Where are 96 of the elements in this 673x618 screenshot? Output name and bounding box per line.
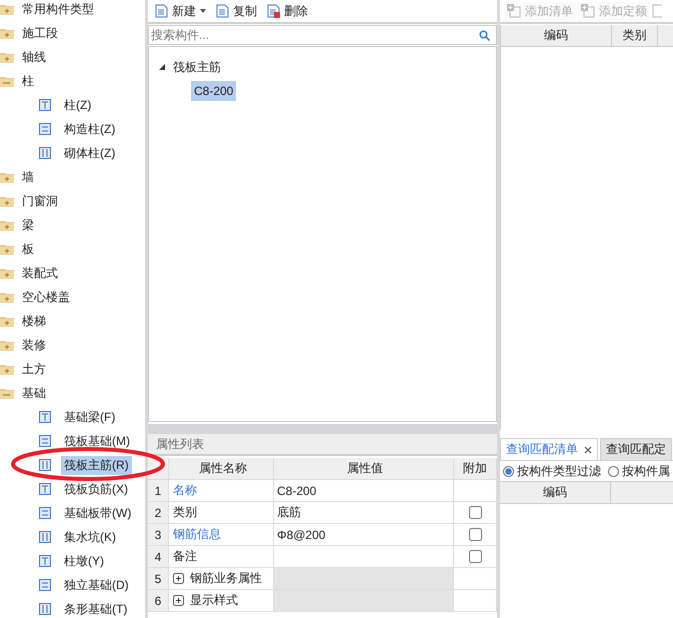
component-icon	[38, 122, 52, 136]
column-header: 类别	[612, 25, 658, 46]
add-list-icon	[581, 4, 595, 18]
tree-item[interactable]: 柱(Z)	[61, 96, 94, 114]
property-name: 显示样式	[190, 592, 238, 609]
expander-icon[interactable]	[159, 64, 165, 70]
tree-item[interactable]: 常用构件类型	[19, 0, 97, 18]
tree-item[interactable]: 基础梁(F)	[61, 408, 118, 426]
tree-item[interactable]: 集水坑(K)	[61, 528, 119, 546]
tree-item[interactable]: 装修	[19, 336, 49, 354]
tree-item[interactable]: 土方	[19, 360, 49, 378]
tree-item[interactable]: 柱墩(Y)	[61, 552, 107, 570]
tree-item[interactable]: 条形基础(T)	[61, 600, 130, 618]
folder-icon[interactable]	[0, 387, 14, 399]
checkbox[interactable]	[468, 506, 482, 519]
checkbox[interactable]	[468, 550, 482, 563]
document-icon	[155, 4, 168, 18]
column-header: 属性名称	[169, 458, 274, 479]
caret-icon	[200, 9, 206, 13]
add-list-icon	[507, 4, 521, 18]
panel-title: 属性列表	[148, 434, 497, 456]
search-field[interactable]: 搜索构件...	[148, 25, 497, 45]
folder-icon[interactable]	[0, 171, 14, 183]
tree-item[interactable]: 基础	[19, 384, 49, 402]
document-icon	[216, 4, 229, 18]
tab[interactable]: 查询匹配清单	[500, 438, 598, 460]
row-number: 2	[148, 502, 169, 523]
tree-item[interactable]: 梁	[19, 216, 37, 234]
folder-icon[interactable]	[0, 75, 14, 87]
close-icon[interactable]	[584, 446, 592, 454]
property-name: 备注	[173, 548, 197, 565]
tree-item[interactable]: 筏板基础(M)	[61, 432, 133, 450]
property-name: 钢筋业务属性	[190, 570, 262, 587]
tree-item[interactable]: 构造柱(Z)	[61, 120, 118, 138]
component-icon	[38, 434, 52, 448]
tab[interactable]: 查询匹配定	[600, 438, 672, 460]
property-value[interactable]: Φ8@200	[274, 524, 454, 545]
tree-item[interactable]: 墙	[19, 168, 37, 186]
tree-item[interactable]: 独立基础(D)	[61, 576, 132, 594]
tree-item[interactable]: 施工段	[19, 24, 61, 42]
component-icon	[38, 410, 52, 424]
component-icon	[38, 578, 52, 592]
column-header: 编码	[500, 482, 611, 503]
document-icon	[267, 4, 280, 18]
folder-icon[interactable]	[0, 195, 14, 207]
row-number: 4	[148, 546, 169, 567]
tree-item[interactable]: 柱	[19, 72, 37, 90]
folder-icon[interactable]	[0, 243, 14, 255]
property-name: 类别	[173, 504, 197, 521]
tree-item[interactable]: 筏板负筋(X)	[61, 480, 131, 498]
folder-icon[interactable]	[0, 339, 14, 351]
row-number: 1	[148, 480, 169, 501]
expand-icon[interactable]	[173, 595, 184, 606]
folder-icon[interactable]	[0, 27, 14, 39]
folder-icon[interactable]	[0, 315, 14, 327]
tree-item[interactable]: C8-200	[191, 81, 236, 101]
expand-icon[interactable]	[173, 573, 184, 584]
tree-item[interactable]: 楼梯	[19, 312, 49, 330]
radio-option[interactable]: 按构件属	[605, 462, 670, 480]
search-icon	[479, 30, 490, 40]
toolbar-icon[interactable]	[652, 4, 662, 18]
component-icon	[38, 98, 52, 112]
component-icon	[38, 506, 52, 520]
tree-item[interactable]: 筏板主筋(R)	[61, 456, 132, 474]
folder-icon[interactable]	[0, 267, 14, 279]
property-value[interactable]: C8-200	[274, 480, 454, 501]
tree-item[interactable]: 装配式	[19, 264, 61, 282]
folder-icon[interactable]	[0, 291, 14, 303]
row-number: 6	[148, 590, 169, 611]
component-icon	[38, 554, 52, 568]
property-name: 钢筋信息	[173, 526, 221, 543]
tree-item[interactable]: 空心楼盖	[19, 288, 73, 306]
folder-icon[interactable]	[0, 219, 14, 231]
folder-icon[interactable]	[0, 51, 14, 63]
folder-icon[interactable]	[0, 363, 14, 375]
row-number: 3	[148, 524, 169, 545]
tree-item[interactable]: 砌体柱(Z)	[61, 144, 118, 162]
checkbox[interactable]	[468, 528, 482, 541]
column-header: 编码	[501, 25, 612, 46]
tree-item[interactable]: 轴线	[19, 48, 49, 66]
tree-item[interactable]: 基础板带(W)	[61, 504, 134, 522]
tree-item[interactable]: 筏板主筋	[173, 58, 221, 76]
component-icon	[38, 530, 52, 544]
column-header: 附加	[454, 458, 497, 479]
property-name: 名称	[173, 482, 197, 499]
radio-option[interactable]: 按构件类型过滤	[500, 462, 601, 480]
column-header: 属性值	[274, 458, 454, 479]
component-icon	[38, 146, 52, 160]
tree-item[interactable]: 门窗洞	[19, 192, 61, 210]
row-number: 5	[148, 568, 169, 589]
component-icon	[38, 482, 52, 496]
component-icon	[38, 458, 52, 472]
tree-item[interactable]: 板	[19, 240, 37, 258]
folder-icon[interactable]	[0, 3, 14, 15]
component-icon	[38, 602, 52, 616]
property-value[interactable]: 底筋	[274, 502, 454, 523]
